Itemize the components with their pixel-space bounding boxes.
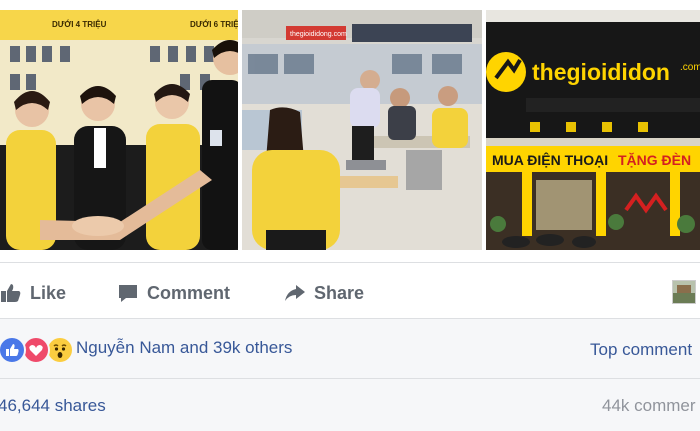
- share-label: Share: [314, 282, 365, 303]
- staff-photo[interactable]: DƯỚI 4 TRIỆU DƯỚI 6 TRIỆU: [0, 10, 238, 250]
- shelf-label-1: DƯỚI 4 TRIỆU: [52, 20, 107, 29]
- store-interior-photo[interactable]: thegioididong.com: [242, 10, 482, 250]
- banner-text-right: TẶNG ĐÈN: [618, 152, 691, 168]
- brand-logo-icon: [486, 52, 526, 92]
- commenter-avatar[interactable]: [672, 280, 696, 304]
- shelf-label-2: DƯỚI 6 TRIỆU: [190, 20, 238, 29]
- like-reaction-icon[interactable]: [0, 336, 26, 364]
- store-front-photo[interactable]: thegioididon .com MUA ĐIỆN THOẠI TẶNG ĐÈ…: [486, 10, 700, 250]
- comments-count-link[interactable]: 44k commer: [602, 396, 696, 416]
- top-comments-dropdown[interactable]: Top comment: [590, 340, 692, 360]
- banner-text-left: MUA ĐIỆN THOẠI: [492, 151, 608, 168]
- comment-button[interactable]: Comment: [117, 282, 230, 304]
- like-button[interactable]: Like: [0, 282, 66, 304]
- wow-reaction-icon[interactable]: [46, 336, 74, 364]
- interior-store-sign: thegioididong.com: [290, 31, 347, 38]
- store-front-image: thegioididon .com MUA ĐIỆN THOẠI TẶNG ĐÈ…: [486, 10, 700, 250]
- avatar-image: [673, 281, 695, 303]
- staff-photo-image: DƯỚI 4 TRIỆU DƯỚI 6 TRIỆU: [0, 10, 238, 250]
- post-photo-grid: DƯỚI 4 TRIỆU DƯỚI 6 TRIỆU: [0, 0, 700, 262]
- store-brand-sign-suffix: .com: [680, 62, 700, 73]
- store-brand-sign: thegioididon: [532, 59, 670, 85]
- store-interior-image: thegioididong.com: [242, 10, 482, 250]
- shares-count-link[interactable]: 46,644 shares: [0, 396, 106, 416]
- love-reaction-icon[interactable]: [22, 336, 50, 364]
- comment-label: Comment: [147, 282, 231, 303]
- reactions-bar: Nguyễn Nam and 39k others Top comment: [0, 318, 700, 379]
- share-arrow-icon: [285, 285, 305, 301]
- post-action-bar: Like Comment Share: [0, 262, 700, 319]
- post-stats-bar: 46,644 shares 44k commer: [0, 378, 700, 431]
- thumbs-up-icon: [1, 284, 21, 302]
- reactions-summary-link[interactable]: Nguyễn Nam and 39k others: [76, 338, 292, 358]
- share-button[interactable]: Share: [284, 282, 364, 304]
- like-label: Like: [30, 282, 67, 303]
- comment-icon: [119, 285, 137, 302]
